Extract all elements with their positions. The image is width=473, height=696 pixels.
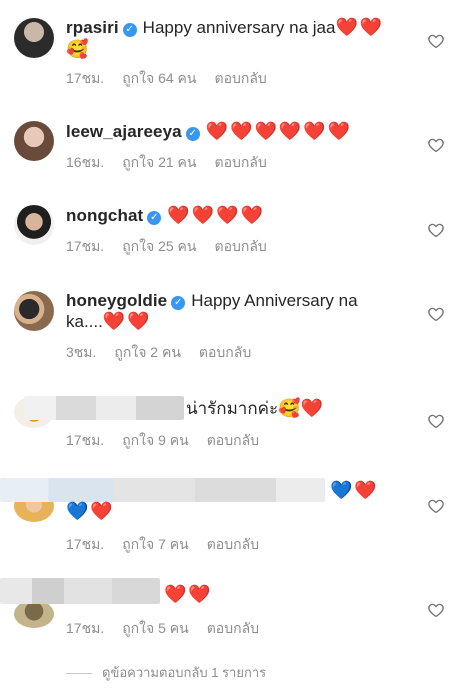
verified-icon: ✓ <box>122 23 137 37</box>
comment-body: Happy anniversary na jaa <box>142 18 336 37</box>
heart-emoji: ❤️❤️❤️❤️❤️❤️ <box>205 121 353 142</box>
blurred-username <box>24 396 184 420</box>
reply-button[interactable]: ตอบกลับ <box>207 536 259 552</box>
heart-emoji: ❤️❤️ <box>102 311 152 332</box>
like-count[interactable]: ถูกใจ 21 คน <box>122 154 196 170</box>
heart-outline-icon[interactable] <box>427 601 445 619</box>
username[interactable]: honeygoldie <box>66 291 167 310</box>
timestamp: 16ชม. <box>66 154 105 170</box>
reply-button[interactable]: ตอบกลับ <box>214 154 266 170</box>
timestamp: 17ชม. <box>66 620 105 636</box>
heart-emoji: ❤️ <box>354 480 379 501</box>
avatar[interactable] <box>14 18 54 58</box>
comment-meta: 17ชม. ถูกใจ 7 คน ตอบกลับ <box>66 534 277 556</box>
timestamp: 17ชม. <box>66 432 105 448</box>
like-count[interactable]: ถูกใจ 5 คน <box>122 620 189 636</box>
blue-heart-emoji: 💙 <box>330 480 355 501</box>
comment-text-cont: ka....❤️❤️ <box>66 310 152 334</box>
reply-button[interactable]: ตอบกลับ <box>214 70 266 86</box>
comment-body: น่ารักมากค่ะ <box>186 399 279 418</box>
like-count[interactable]: ถูกใจ 7 คน <box>122 536 189 552</box>
blurred-username <box>0 578 160 604</box>
comment-meta: 17ชม. ถูกใจ 25 คน ตอบกลับ <box>66 236 285 258</box>
divider <box>66 673 92 675</box>
smiling-face-emoji: 🥰 <box>66 39 89 60</box>
heart-outline-icon[interactable] <box>427 32 445 50</box>
avatar[interactable] <box>14 291 54 331</box>
heart-emoji: ❤️ <box>90 501 115 522</box>
view-replies-link[interactable]: ดูข้อความตอบกลับ 1 รายการ <box>66 662 266 683</box>
reply-button[interactable]: ตอบกลับ <box>207 620 259 636</box>
comment-text: น่ารักมากค่ะ🥰❤️ <box>186 397 325 421</box>
heart-outline-icon[interactable] <box>427 136 445 154</box>
comment-meta: 3ชม. ถูกใจ 2 คน ตอบกลับ <box>66 342 269 364</box>
comment-body-cont: ka.... <box>66 312 103 331</box>
heart-emoji: ❤️ <box>300 398 325 419</box>
comment-meta: 17ชม. ถูกใจ 5 คน ตอบกลับ <box>66 618 277 640</box>
heart-outline-icon[interactable] <box>427 221 445 239</box>
comment-meta: 17ชม. ถูกใจ 64 คน ตอบกลับ <box>66 68 285 90</box>
avatar[interactable] <box>14 205 54 245</box>
like-count[interactable]: ถูกใจ 25 คน <box>122 238 196 254</box>
heart-emoji: ❤️❤️❤️❤️ <box>167 205 265 226</box>
comment-meta: 16ชม. ถูกใจ 21 คน ตอบกลับ <box>66 152 285 174</box>
comment-text: rpasiri ✓ Happy anniversary na jaa❤️❤️ <box>66 16 384 40</box>
username[interactable]: leew_ajareeya <box>66 122 182 141</box>
verified-icon: ✓ <box>171 296 186 310</box>
timestamp: 3ชม. <box>66 344 97 360</box>
like-count[interactable]: ถูกใจ 2 คน <box>114 344 181 360</box>
username[interactable]: rpasiri <box>66 18 119 37</box>
verified-icon: ✓ <box>185 127 200 141</box>
like-count[interactable]: ถูกใจ 9 คน <box>122 432 189 448</box>
comment-meta: 17ชม. ถูกใจ 9 คน ตอบกลับ <box>66 430 277 452</box>
verified-icon: ✓ <box>147 211 162 225</box>
comment-text: ❤️❤️ <box>164 583 213 607</box>
reply-button[interactable]: ตอบกลับ <box>214 238 266 254</box>
username[interactable]: nongchat <box>66 206 143 225</box>
comment-body: Happy Anniversary na <box>191 291 358 310</box>
comment-text: leew_ajareeya ✓ ❤️❤️❤️❤️❤️❤️ <box>66 120 352 144</box>
blue-heart-emoji: 💙 <box>66 501 91 522</box>
like-count[interactable]: ถูกใจ 64 คน <box>122 70 196 86</box>
blurred-username <box>0 478 325 502</box>
heart-emoji: ❤️❤️ <box>164 584 213 605</box>
smiling-face-emoji: 🥰 <box>278 398 301 419</box>
heart-emoji: ❤️❤️ <box>335 17 385 38</box>
avatar[interactable] <box>14 121 54 161</box>
view-replies-label: ดูข้อความตอบกลับ 1 รายการ <box>102 665 267 680</box>
timestamp: 17ชม. <box>66 238 105 254</box>
heart-outline-icon[interactable] <box>427 412 445 430</box>
reply-button[interactable]: ตอบกลับ <box>207 432 259 448</box>
timestamp: 17ชม. <box>66 70 105 86</box>
comment-text: nongchat ✓ ❤️❤️❤️❤️ <box>66 204 265 228</box>
comment-text: 💙❤️ <box>330 479 379 503</box>
heart-outline-icon[interactable] <box>427 305 445 323</box>
avatar[interactable] <box>14 600 54 628</box>
comment-text-cont: 💙❤️ <box>66 500 115 524</box>
reply-button[interactable]: ตอบกลับ <box>199 344 251 360</box>
timestamp: 17ชม. <box>66 536 105 552</box>
comment-text-cont: 🥰 <box>66 38 88 62</box>
heart-outline-icon[interactable] <box>427 497 445 515</box>
